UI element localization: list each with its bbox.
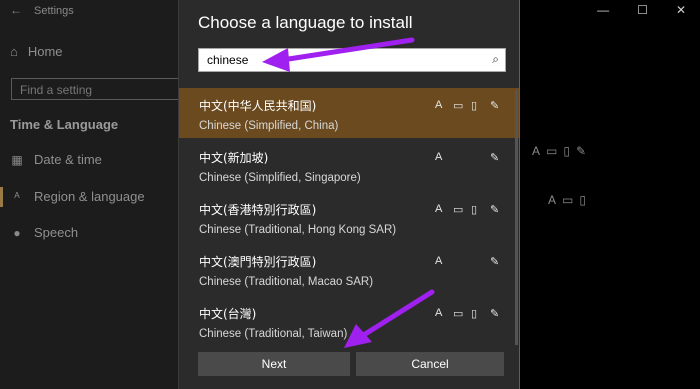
sidebar-item-speech[interactable]: ● Speech [10, 225, 78, 240]
handwriting-icon: ✎ [490, 100, 500, 112]
settings-title: Settings [34, 5, 74, 17]
display-language-icon: A [532, 144, 541, 158]
window-controls: — ☐ ✕ [597, 3, 686, 17]
language-english-name: Chinese (Traditional, Macao SAR) [199, 276, 374, 288]
minimize-icon[interactable]: — [597, 3, 609, 17]
language-list-item[interactable]: 中文(中华人民共和国) Chinese (Simplified, China) A ▭… [179, 88, 519, 138]
language-list-item[interactable]: 中文(香港特別行政區) Chinese (Traditional, Hong Ko… [179, 192, 519, 242]
dialog-title: Choose a language to install [198, 13, 413, 32]
close-icon[interactable]: ✕ [676, 3, 686, 17]
speech-icon: ▯ [579, 193, 586, 207]
choose-language-dialog: Choose a language to install chinese ⌕ 中… [178, 0, 520, 389]
sidebar-item-label: Home [27, 44, 63, 59]
next-button[interactable]: Next [198, 352, 350, 376]
language-english-name: Chinese (Simplified, China) [199, 120, 339, 132]
language-native-name: 中文(中华人民共和国) [199, 99, 317, 113]
display-icon: A [435, 151, 443, 163]
display-language-icon: A [548, 193, 557, 207]
speech-icon: ▯ [563, 144, 570, 158]
language-english-name: Chinese (Simplified, Singapore) [199, 172, 361, 184]
language-native-name: 中文(香港特別行政區) [199, 203, 317, 217]
language-search-input[interactable]: chinese ⌕ [198, 48, 506, 72]
sidebar-item-label: Speech [34, 225, 79, 240]
language-native-name: 中文(新加坡) [199, 151, 269, 165]
handwriting-icon: ✎ [490, 256, 500, 268]
text-to-speech-icon: ▭ [453, 204, 464, 216]
language-list-item[interactable]: 中文(新加坡) Chinese (Simplified, Singapore) A ✎ [179, 140, 519, 190]
language-native-name: 中文(台灣) [199, 307, 257, 321]
settings-sidebar: ← Settings ⌂ Home Find a setting Time & … [0, 0, 211, 389]
language-english-name: Chinese (Traditional, Hong Kong SAR) [199, 224, 397, 236]
speech-icon: ▯ [471, 204, 478, 216]
language-list-item[interactable]: 中文(台灣) Chinese (Traditional, Taiwan) A ▭ ▯ ✎ [179, 296, 519, 343]
scrollbar[interactable] [515, 90, 518, 345]
handwriting-icon: ✎ [575, 144, 587, 158]
display-icon: A [435, 99, 443, 111]
text-to-speech-icon: ▭ [453, 308, 464, 320]
back-arrow-icon[interactable]: ← [10, 3, 22, 17]
language-feature-icons: A ▭ ▯ [548, 193, 586, 207]
microphone-icon: ● [13, 225, 21, 240]
calendar-icon: ▦ [11, 152, 23, 167]
maximize-icon[interactable]: ☐ [637, 3, 648, 17]
sidebar-item-date-time[interactable]: ▦ Date & time [10, 152, 102, 167]
display-icon: A [435, 307, 443, 319]
language-icon: ᴬ [14, 189, 20, 204]
language-list-item[interactable]: 中文(澳門特別行政區) Chinese (Traditional, Macao S… [179, 244, 519, 294]
search-icon[interactable]: ⌕ [492, 52, 499, 67]
language-feature-icons: A ▭ ▯ ✎ [532, 144, 586, 158]
selected-indicator [0, 187, 3, 207]
home-icon: ⌂ [10, 44, 18, 59]
text-to-speech-icon: ▭ [546, 144, 558, 158]
handwriting-icon: ✎ [490, 308, 500, 320]
sidebar-item-region-language[interactable]: ᴬ Region & language [10, 189, 145, 204]
display-icon: A [435, 203, 443, 215]
section-title: Time & Language [10, 117, 119, 132]
speech-icon: ▯ [471, 308, 478, 320]
speech-icon: ▯ [471, 100, 478, 112]
handwriting-icon: ✎ [490, 204, 500, 216]
language-english-name: Chinese (Traditional, Taiwan) [199, 328, 348, 340]
language-list: 中文(中华人民共和国) Chinese (Simplified, China) A ▭… [179, 88, 519, 343]
handwriting-icon: ✎ [490, 152, 500, 164]
display-icon: A [435, 255, 443, 267]
sidebar-item-label: Region & language [34, 189, 145, 204]
text-to-speech-icon: ▭ [562, 193, 574, 207]
search-value: chinese [207, 53, 249, 67]
cancel-button[interactable]: Cancel [356, 352, 504, 376]
sidebar-item-home[interactable]: ⌂ Home [10, 44, 63, 59]
language-native-name: 中文(澳門特別行政區) [199, 255, 317, 269]
sidebar-item-label: Date & time [34, 152, 102, 167]
text-to-speech-icon: ▭ [453, 100, 464, 112]
